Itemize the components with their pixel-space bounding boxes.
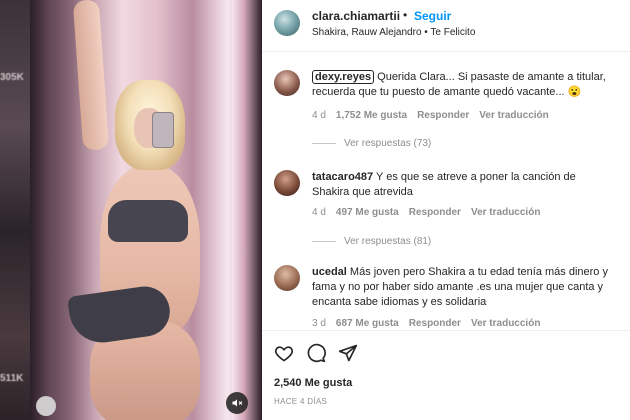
post-likes[interactable]: 2,540 Me gusta [274, 377, 352, 389]
avatar[interactable] [274, 10, 300, 36]
avatar[interactable] [274, 170, 300, 196]
comment-meta: 3 d 687 Me gusta Responder Ver traducció… [312, 318, 540, 329]
comment-likes[interactable]: 497 Me gusta [336, 207, 399, 218]
background-count: 511K [0, 373, 24, 384]
mute-icon [232, 399, 243, 407]
background-strip: 305K 511K [0, 0, 30, 420]
comment-text-block: ucedal Más joven pero Shakira a tu edad … [312, 265, 612, 310]
comment-icon[interactable] [306, 343, 326, 363]
view-replies-button[interactable]: Ver respuestas (73) [312, 138, 431, 149]
separator-dot: • [403, 8, 408, 22]
post-time: HACE 4 DÍAS [274, 397, 328, 406]
mirror-frame-right [232, 0, 262, 420]
avatar[interactable] [274, 70, 300, 96]
heart-icon[interactable] [274, 343, 294, 363]
reply-button[interactable]: Responder [409, 207, 461, 218]
comment-username[interactable]: dexy.reyes [312, 70, 375, 84]
comment-meta: 4 d 1,752 Me gusta Responder Ver traducc… [312, 110, 549, 121]
follow-button[interactable]: Seguir [414, 9, 451, 23]
media-figure-phone [152, 112, 174, 148]
background-count: 305K [0, 72, 24, 83]
avatar[interactable] [274, 265, 300, 291]
replies-divider [312, 143, 336, 144]
post-header: clara.chiamartii • Seguir Shakira, Rauw … [262, 0, 630, 52]
comment-username[interactable]: ucedal [312, 266, 347, 278]
replies-divider [312, 241, 336, 242]
share-icon[interactable] [338, 343, 358, 363]
comment-text-block: tatacaro487 Y es que se atreve a poner l… [312, 170, 612, 200]
reply-button[interactable]: Responder [417, 110, 469, 121]
view-replies-label: Ver respuestas (81) [344, 236, 432, 247]
comment-likes[interactable]: 687 Me gusta [336, 318, 399, 329]
comment-time: 4 d [312, 110, 326, 121]
comment-text: Más joven pero Shakira a tu edad tenía m… [312, 266, 608, 308]
view-replies-button[interactable]: Ver respuestas (81) [312, 236, 431, 247]
translate-button[interactable]: Ver traducción [479, 110, 548, 121]
mute-button[interactable] [226, 392, 248, 414]
post-username[interactable]: clara.chiamartii [312, 9, 400, 23]
comment-likes[interactable]: 1,752 Me gusta [336, 110, 407, 121]
media-control-button[interactable] [36, 396, 56, 416]
comment-time: 4 d [312, 207, 326, 218]
reply-button[interactable]: Responder [409, 318, 461, 329]
media-figure-top [108, 200, 188, 242]
post-media[interactable] [30, 0, 262, 420]
comment-username[interactable]: tatacaro487 [312, 171, 373, 183]
translate-button[interactable]: Ver traducción [471, 318, 540, 329]
action-icons [274, 343, 358, 363]
translate-button[interactable]: Ver traducción [471, 207, 540, 218]
mirror-frame-left [30, 0, 52, 420]
view-replies-label: Ver respuestas (73) [344, 138, 432, 149]
comment-text-block: dexy.reyes Querida Clara... Si pasaste d… [312, 70, 612, 100]
audio-attribution[interactable]: Shakira, Rauw Alejandro • Te Felicito [312, 27, 475, 38]
comment-meta: 4 d 497 Me gusta Responder Ver traducció… [312, 207, 540, 218]
comment-time: 3 d [312, 318, 326, 329]
post-panel: clara.chiamartii • Seguir Shakira, Rauw … [262, 0, 630, 420]
post-actions: 2,540 Me gusta HACE 4 DÍAS [262, 330, 630, 420]
emoji-icon: 😮 [567, 86, 582, 98]
